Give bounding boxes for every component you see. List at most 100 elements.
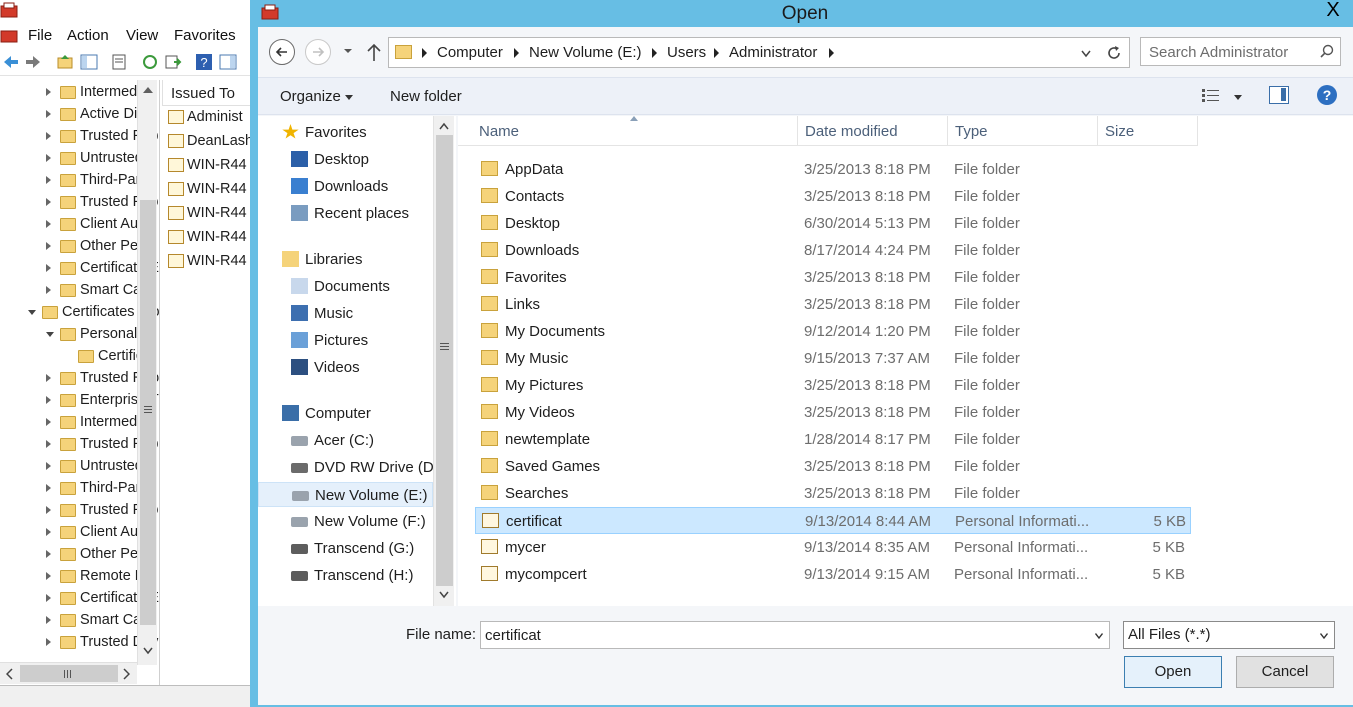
menu-action[interactable]: Action [67, 27, 109, 44]
collapsed-arrow-icon[interactable] [46, 506, 51, 514]
navigation-scroll-thumb[interactable] [436, 135, 453, 586]
file-row[interactable]: AppData 3/25/2013 8:18 PM File folder [475, 156, 1191, 183]
menu-favorites[interactable]: Favorites [174, 27, 236, 44]
refresh-icon[interactable] [1105, 44, 1123, 62]
collapsed-arrow-icon[interactable] [46, 220, 51, 228]
tree-item[interactable]: Remote De [0, 566, 153, 588]
column-divider[interactable] [1097, 116, 1098, 146]
cancel-button[interactable]: Cancel [1236, 656, 1334, 688]
nav-item[interactable]: New Volume (E:) [258, 482, 433, 507]
nav-item[interactable]: Videos [258, 355, 433, 380]
scroll-right-arrow-icon[interactable] [122, 668, 130, 680]
tree-item[interactable]: Intermediat [0, 82, 153, 104]
back-arrow-icon[interactable] [2, 53, 20, 71]
file-row[interactable]: My Documents 9/12/2014 1:20 PM File folder [475, 318, 1191, 345]
mmc-console-tree[interactable]: Intermediat Active Direc Trusted Pub Untrus… [0, 80, 160, 685]
breadcrumb-item[interactable]: Users [667, 44, 706, 61]
tree-item[interactable]: Untrusted C [0, 148, 157, 170]
breadcrumb-item[interactable]: Administrator [729, 44, 817, 61]
organize-button[interactable]: Organize [280, 88, 341, 105]
file-row[interactable]: Saved Games 3/25/2013 8:18 PM File folder [475, 453, 1191, 480]
collapsed-arrow-icon[interactable] [46, 462, 51, 470]
search-box[interactable] [1140, 37, 1341, 66]
file-row[interactable]: My Pictures 3/25/2013 8:18 PM File folder [475, 372, 1191, 399]
tree-item[interactable]: Trusted Dev [0, 632, 158, 654]
tree-item[interactable]: Smart Card [0, 610, 154, 632]
column-issued-to[interactable]: Issued To [171, 85, 235, 102]
file-row[interactable]: Desktop 6/30/2014 5:13 PM File folder [475, 210, 1191, 237]
help-icon[interactable]: ? [195, 53, 213, 71]
file-row[interactable]: Favorites 3/25/2013 8:18 PM File folder [475, 264, 1191, 291]
export-list-icon[interactable] [164, 53, 182, 71]
forward-button[interactable] [305, 39, 331, 65]
nav-item[interactable]: Desktop [258, 147, 433, 172]
nav-item[interactable]: Computer [258, 401, 433, 426]
collapsed-arrow-icon[interactable] [46, 264, 51, 272]
file-name-input[interactable] [485, 626, 1075, 644]
mmc-system-menu-icon[interactable] [0, 28, 20, 44]
show-action-pane-icon[interactable] [219, 53, 237, 71]
collapsed-arrow-icon[interactable] [46, 154, 51, 162]
tree-vertical-scrollbar[interactable] [137, 80, 157, 665]
collapsed-arrow-icon[interactable] [46, 638, 51, 646]
tree-item[interactable]: Smart Card [0, 280, 154, 302]
column-divider[interactable] [947, 116, 948, 146]
file-type-select[interactable]: All Files (*.*) [1123, 621, 1335, 649]
column-header-type[interactable]: Type [955, 123, 988, 140]
tree-item[interactable]: Trusted Roo [0, 368, 159, 390]
tree-item[interactable]: Trusted Peo [0, 192, 158, 214]
up-one-level-icon[interactable] [366, 41, 382, 63]
show-hide-tree-icon[interactable] [80, 53, 98, 71]
tree-item[interactable]: Client Auth [0, 522, 150, 544]
nav-item[interactable]: Transcend (G:) [258, 536, 433, 561]
collapsed-arrow-icon[interactable] [46, 396, 51, 404]
expanded-arrow-icon[interactable] [46, 332, 54, 337]
breadcrumb-separator-icon[interactable] [422, 48, 427, 58]
change-view-icon[interactable] [1201, 87, 1221, 105]
collapsed-arrow-icon[interactable] [46, 418, 51, 426]
column-divider[interactable] [797, 116, 798, 146]
tree-item[interactable]: Untrusted C [0, 456, 157, 478]
breadcrumb-separator-icon[interactable] [829, 48, 834, 58]
nav-item[interactable]: Libraries [258, 247, 433, 272]
breadcrumb-separator-icon[interactable] [514, 48, 519, 58]
scroll-down-arrow-icon[interactable] [439, 591, 449, 599]
tree-item[interactable]: Other Peop [0, 236, 154, 258]
tree-item[interactable]: Certificates (Lo [0, 302, 159, 324]
nav-item[interactable]: Pictures [258, 328, 433, 353]
tree-item[interactable]: Enterprise T [0, 390, 159, 412]
column-header-name[interactable]: Name [479, 123, 519, 140]
view-options-chevron-icon[interactable] [1234, 95, 1242, 100]
tree-item[interactable]: Certificate E [0, 588, 159, 610]
file-row[interactable]: Contacts 3/25/2013 8:18 PM File folder [475, 183, 1191, 210]
collapsed-arrow-icon[interactable] [46, 198, 51, 206]
scroll-up-arrow-icon[interactable] [439, 122, 449, 130]
forward-arrow-icon[interactable] [24, 53, 42, 71]
tree-item[interactable]: Intermediat [0, 412, 153, 434]
tree-item[interactable]: Client Auth [0, 214, 150, 236]
breadcrumb-separator-icon[interactable] [652, 48, 657, 58]
collapsed-arrow-icon[interactable] [46, 374, 51, 382]
menu-file[interactable]: File [28, 27, 52, 44]
preview-pane-button[interactable] [1269, 86, 1289, 104]
file-row[interactable]: mycer 9/13/2014 8:35 AM Personal Informati… [475, 534, 1191, 561]
search-input[interactable] [1149, 43, 1314, 61]
file-row[interactable]: Downloads 8/17/2014 4:24 PM File folder [475, 237, 1191, 264]
collapsed-arrow-icon[interactable] [46, 286, 51, 294]
collapsed-arrow-icon[interactable] [46, 132, 51, 140]
scroll-left-arrow-icon[interactable] [6, 668, 14, 680]
collapsed-arrow-icon[interactable] [46, 550, 51, 558]
breadcrumb-separator-icon[interactable] [714, 48, 719, 58]
collapsed-arrow-icon[interactable] [46, 616, 51, 624]
tree-scroll-thumb[interactable] [140, 200, 156, 625]
nav-item[interactable]: Favorites [258, 120, 433, 145]
file-row[interactable]: Searches 3/25/2013 8:18 PM File folder [475, 480, 1191, 507]
tree-item[interactable]: Trusted Peo [0, 500, 158, 522]
recent-locations-chevron-icon[interactable] [343, 46, 353, 56]
collapsed-arrow-icon[interactable] [46, 110, 51, 118]
collapsed-arrow-icon[interactable] [46, 242, 51, 250]
collapsed-arrow-icon[interactable] [46, 440, 51, 448]
tree-item[interactable]: Trusted Pub [0, 126, 158, 148]
back-button[interactable] [269, 39, 295, 65]
new-folder-button[interactable]: New folder [390, 88, 462, 105]
